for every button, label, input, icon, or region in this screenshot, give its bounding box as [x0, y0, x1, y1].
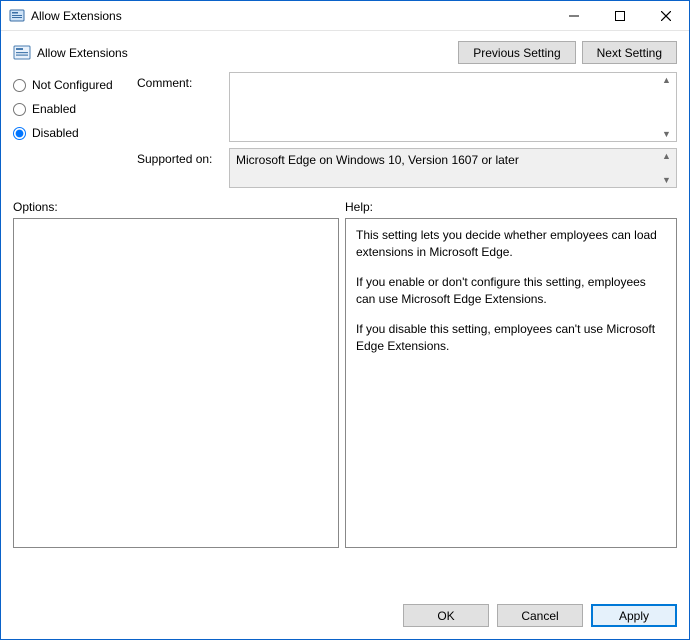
- cancel-button[interactable]: Cancel: [497, 604, 583, 627]
- radio-disabled-label: Disabled: [32, 126, 79, 140]
- radio-disabled[interactable]: Disabled: [13, 126, 133, 140]
- help-panel: This setting lets you decide whether emp…: [345, 218, 677, 548]
- header-row: Allow Extensions Previous Setting Next S…: [1, 31, 689, 68]
- help-paragraph: This setting lets you decide whether emp…: [356, 227, 666, 262]
- help-paragraph: If you enable or don't configure this se…: [356, 274, 666, 309]
- panel-labels-row: Options: Help:: [13, 200, 677, 214]
- supported-on-value: Microsoft Edge on Windows 10, Version 16…: [236, 153, 519, 167]
- dialog-button-bar: OK Cancel Apply: [1, 594, 689, 639]
- scroll-down-icon: ▼: [662, 175, 671, 185]
- supported-on-field: Microsoft Edge on Windows 10, Version 16…: [229, 148, 677, 188]
- window-controls: [551, 1, 689, 30]
- window-title: Allow Extensions: [31, 9, 122, 23]
- titlebar: Allow Extensions: [1, 1, 689, 31]
- comment-label: Comment:: [137, 72, 225, 90]
- radio-disabled-input[interactable]: [13, 127, 26, 140]
- scroll-up-icon: ▲: [662, 75, 671, 85]
- comment-textarea[interactable]: ▲ ▼: [229, 72, 677, 142]
- previous-setting-button[interactable]: Previous Setting: [458, 41, 575, 64]
- apply-button[interactable]: Apply: [591, 604, 677, 627]
- close-button[interactable]: [643, 1, 689, 30]
- next-setting-button[interactable]: Next Setting: [582, 41, 677, 64]
- radio-enabled-label: Enabled: [32, 102, 76, 116]
- help-label: Help:: [345, 200, 373, 214]
- ok-button[interactable]: OK: [403, 604, 489, 627]
- scroll-up-icon: ▲: [662, 151, 671, 161]
- policy-icon: [13, 44, 31, 62]
- minimize-icon: [569, 11, 579, 21]
- help-paragraph: If you disable this setting, employees c…: [356, 321, 666, 356]
- policy-name: Allow Extensions: [37, 46, 128, 60]
- options-panel: [13, 218, 339, 548]
- radio-enabled-input[interactable]: [13, 103, 26, 116]
- state-radio-group: Not Configured Enabled Disabled: [13, 72, 133, 140]
- policy-dialog-window: Allow Extensions Allow Extensions: [0, 0, 690, 640]
- radio-enabled[interactable]: Enabled: [13, 102, 133, 116]
- maximize-icon: [615, 11, 625, 21]
- form-area: Not Configured Enabled Disabled Comment:…: [1, 68, 689, 594]
- supported-scrollbar[interactable]: ▲ ▼: [659, 151, 674, 185]
- panels-row: This setting lets you decide whether emp…: [13, 218, 677, 594]
- minimize-button[interactable]: [551, 1, 597, 30]
- radio-not-configured[interactable]: Not Configured: [13, 78, 133, 92]
- scroll-down-icon: ▼: [662, 129, 671, 139]
- radio-not-configured-input[interactable]: [13, 79, 26, 92]
- close-icon: [661, 11, 671, 21]
- supported-on-label: Supported on:: [137, 148, 225, 166]
- lower-area: Options: Help: This setting lets you dec…: [13, 200, 677, 594]
- maximize-button[interactable]: [597, 1, 643, 30]
- options-label: Options:: [13, 200, 345, 214]
- upper-grid: Not Configured Enabled Disabled Comment:…: [13, 72, 677, 188]
- radio-not-configured-label: Not Configured: [32, 78, 113, 92]
- comment-scrollbar[interactable]: ▲ ▼: [659, 75, 674, 139]
- app-icon: [9, 8, 25, 24]
